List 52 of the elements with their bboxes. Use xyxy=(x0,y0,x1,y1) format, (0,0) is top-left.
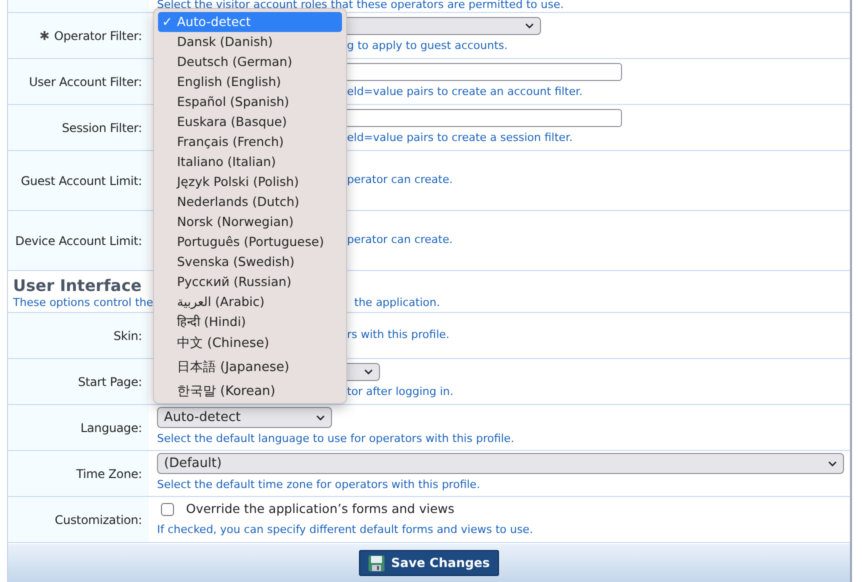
field-hint: perator can create. xyxy=(347,173,453,186)
dropdown-option[interactable]: Euskara (Basque) xyxy=(158,112,342,132)
dropdown-option[interactable]: ✓ Auto-detect xyxy=(158,12,342,32)
field-label: Operator Filter: xyxy=(54,28,142,44)
dropdown-option[interactable]: Italiano (Italian) xyxy=(158,152,342,172)
dropdown-option[interactable]: Русский (Russian) xyxy=(158,272,342,292)
field-hint: eld=value pairs to create a session filter. xyxy=(347,130,573,144)
dropdown-option[interactable]: हिन्दी (Hindi) xyxy=(158,312,342,332)
select-field[interactable]: Auto-detect xyxy=(157,407,332,428)
field-hint: Select the default language to use for operators with this profile. xyxy=(157,432,514,446)
checkbox-label: Override the application’s forms and views xyxy=(186,500,454,518)
field-label: Customization: xyxy=(54,512,142,528)
dropdown-option[interactable]: Język Polski (Polish) xyxy=(158,172,342,192)
field-hint: Select the default time zone for operators with this profile. xyxy=(157,478,480,492)
dropdown-option[interactable]: Nederlands (Dutch) xyxy=(158,192,342,212)
field-label: Language: xyxy=(80,420,142,436)
field-hint: perator can create. xyxy=(347,233,453,246)
field-hint: eld=value pairs to create an account filter. xyxy=(347,84,583,98)
dropdown-option[interactable]: 日本語 (Japanese) xyxy=(158,356,342,380)
dropdown-option[interactable]: العربية (Arabic) xyxy=(158,292,342,312)
dropdown-option[interactable]: Français (French) xyxy=(158,132,342,152)
section-title: User Interface xyxy=(13,277,142,295)
field-hint: Select the visitor account roles that these operators are permitted to use. xyxy=(157,0,564,11)
dropdown-option[interactable]: Português (Portuguese) xyxy=(158,232,342,252)
chevron-down-icon xyxy=(525,22,534,29)
select-field[interactable]: (Default) xyxy=(157,453,844,474)
field-label: User Account Filter: xyxy=(29,74,142,90)
section-description: the application. xyxy=(354,295,440,311)
field-label: Time Zone: xyxy=(76,466,142,482)
field-label: Guest Account Limit: xyxy=(20,172,142,190)
field-hint: g to apply to guest accounts. xyxy=(347,38,508,52)
chevron-down-icon xyxy=(316,414,325,421)
dropdown-option[interactable]: Svenska (Swedish) xyxy=(158,252,342,272)
dropdown-option[interactable]: 中文 (Chinese) xyxy=(158,332,342,356)
checkbox[interactable] xyxy=(161,503,174,516)
field-hint: If checked, you can specify different default forms and views to use. xyxy=(157,523,533,536)
dropdown-option[interactable]: Español (Spanish) xyxy=(158,92,342,112)
chevron-down-icon xyxy=(364,368,373,375)
field-label: Session Filter: xyxy=(62,120,142,136)
field-label: Skin: xyxy=(113,328,142,344)
field-hint: rs with this profile. xyxy=(347,328,450,342)
dropdown-option[interactable]: 한국말 (Korean) xyxy=(158,380,342,403)
chevron-down-icon xyxy=(828,460,837,467)
field-label: Start Page: xyxy=(78,374,142,390)
dropdown-option[interactable]: Norsk (Norwegian) xyxy=(158,212,342,232)
dropdown-option[interactable]: English (English) xyxy=(158,72,342,92)
field-hint: tor after logging in. xyxy=(347,384,454,398)
dropdown-option[interactable]: Dansk (Danish) xyxy=(158,32,342,52)
dropdown-option[interactable]: Deutsch (German) xyxy=(158,52,342,72)
field-label: Device Account Limit: xyxy=(15,232,142,250)
save-button[interactable]: Save Changes xyxy=(359,550,499,576)
section-description: These options control the xyxy=(13,295,154,311)
